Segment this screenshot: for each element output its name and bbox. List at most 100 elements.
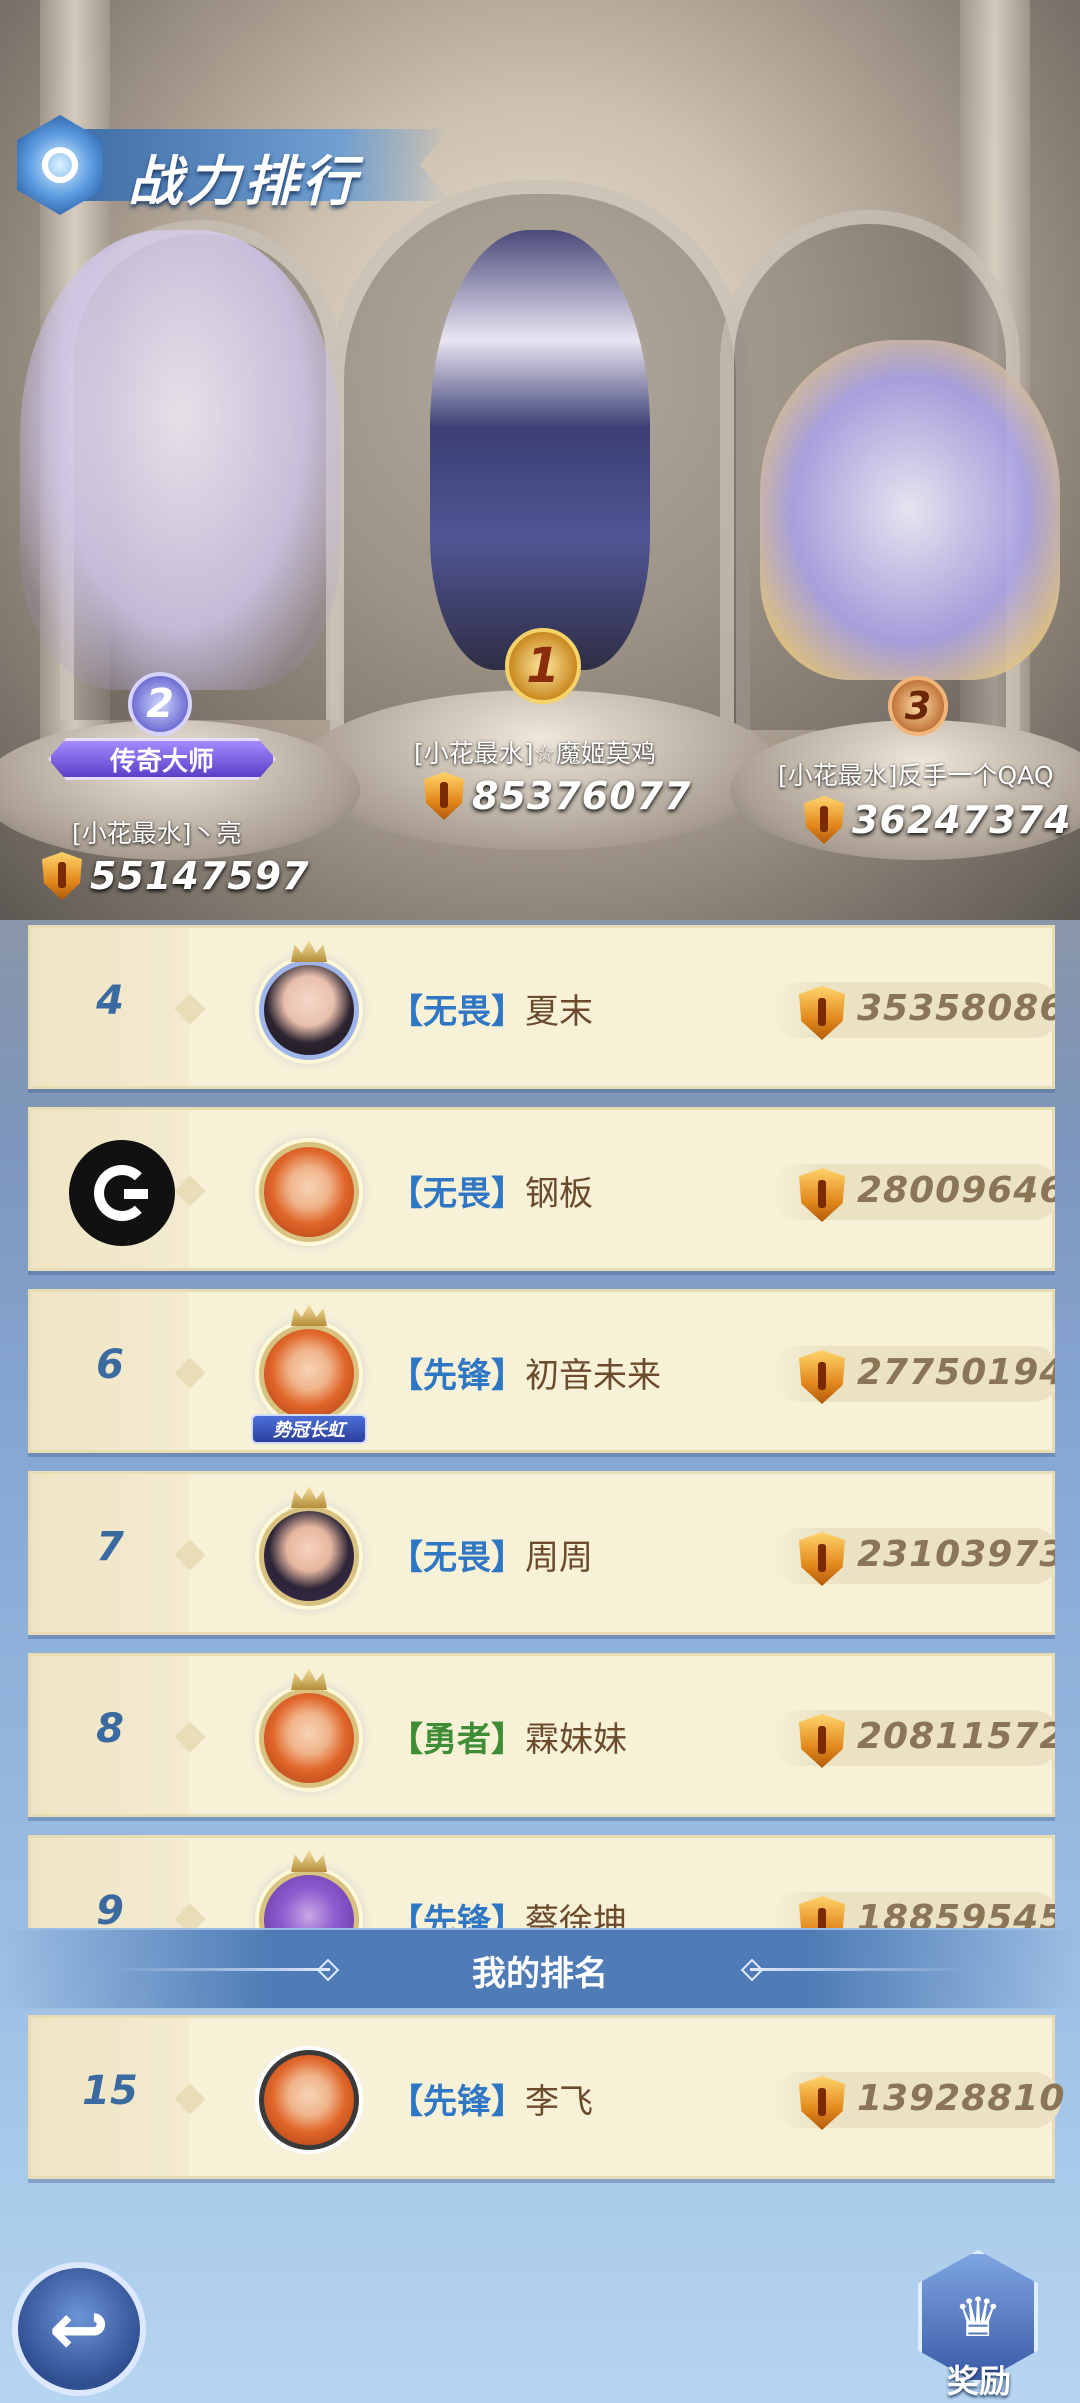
avatar [259, 1506, 359, 1606]
player-nickname: 夏末 [525, 992, 593, 1032]
power-pill: 20811572 [771, 1710, 1055, 1768]
ranking-row[interactable]: 9 【先锋】蔡徐坤 18859545 [28, 1835, 1055, 1928]
my-rank-row[interactable]: 15 【先锋】李飞 13928810 [28, 2015, 1064, 2179]
character-rank-1[interactable] [430, 230, 650, 670]
player-name: 【无畏】钢板 [389, 1166, 593, 1215]
power-shield-icon [799, 1168, 845, 1222]
power-value: 18859545 [857, 1898, 1055, 1928]
rank-number: 9 [96, 1888, 124, 1928]
power-shield-icon [799, 1714, 845, 1768]
player-name: 【无畏】夏末 [389, 984, 593, 1033]
ranking-row[interactable]: 8 【勇者】霖妹妹 20811572 [28, 1653, 1055, 1817]
ranking-list[interactable]: 4 【无畏】夏末 35358086 【无畏】钢板 28009646 6 势冠长虹 [28, 925, 1055, 1928]
rank-number: 4 [96, 978, 124, 1024]
divider-deco [750, 1968, 970, 1971]
rank-3-medal-icon: 3 [888, 676, 948, 736]
player-nickname: 霖妹妹 [525, 1720, 627, 1760]
my-avatar[interactable] [241, 2032, 377, 2168]
power-pill: 23103973 [771, 1528, 1055, 1586]
power-shield-icon [42, 852, 82, 900]
character-rank-3[interactable] [760, 340, 1060, 680]
avatar [259, 2050, 359, 2150]
player-avatar[interactable] [241, 1486, 377, 1624]
my-power-value: 13928810 [857, 2078, 1066, 2119]
power-value: 20811572 [857, 1716, 1055, 1757]
power-shield-icon [799, 2076, 845, 2130]
guild-g-icon [69, 1140, 175, 1246]
player-avatar[interactable] [241, 1850, 377, 1928]
player-avatar[interactable] [241, 1668, 377, 1806]
podium-2-power: 55147597 [42, 852, 310, 900]
player-nickname: 李飞 [525, 2082, 593, 2122]
power-value: 28009646 [857, 1170, 1055, 1211]
guild-tag: 【勇者】 [389, 1720, 525, 1760]
podium-2-power-value: 55147597 [90, 854, 310, 898]
player-avatar[interactable]: 势冠长虹 [241, 1304, 377, 1444]
guild-tag: 【无畏】 [389, 1538, 525, 1578]
player-avatar[interactable] [241, 1124, 377, 1260]
crown-icon [291, 1486, 327, 1508]
crown-icon [291, 1850, 327, 1872]
power-value: 35358086 [857, 988, 1055, 1029]
podium-1-name: [小花最水]☆魔姬莫鸡 [414, 739, 656, 768]
legend-master-badge: 传奇大师 [48, 738, 276, 780]
player-nickname: 初音未来 [525, 1356, 661, 1396]
podium-2-name: [小花最水]丶亮 [72, 819, 242, 848]
crown-icon [291, 940, 327, 962]
ranking-row[interactable]: 【无畏】钢板 28009646 [28, 1107, 1055, 1271]
player-name: 【无畏】周周 [389, 1530, 593, 1579]
crown-icon [291, 1304, 327, 1326]
podium-1-power: 85376077 [424, 772, 692, 820]
power-shield-icon [799, 986, 845, 1040]
podium-3-power-value: 36247374 [852, 798, 1072, 842]
ranking-row[interactable]: 6 势冠长虹 【先锋】初音未来 27750194 [28, 1289, 1055, 1453]
rank-number: 7 [96, 1524, 124, 1570]
power-pill: 28009646 [771, 1164, 1055, 1222]
rank-number: 8 [96, 1706, 124, 1752]
ranking-row[interactable]: 4 【无畏】夏末 35358086 [28, 925, 1055, 1089]
back-button[interactable]: ↩ [12, 2262, 146, 2396]
player-name: 【先锋】初音未来 [389, 1348, 661, 1397]
power-value: 27750194 [857, 1352, 1055, 1393]
avatar [259, 960, 359, 1060]
power-pill: 18859545 [771, 1892, 1055, 1928]
avatar [259, 1688, 359, 1788]
page-title: 战力排行 [128, 150, 360, 213]
player-avatar[interactable] [241, 940, 377, 1078]
back-arrow-icon: ↩ [48, 2287, 110, 2371]
guild-tag: 【无畏】 [389, 992, 525, 1032]
avatar [259, 1870, 359, 1928]
avatar-title-badge: 势冠长虹 [251, 1414, 367, 1444]
my-rank-number: 15 [82, 2068, 138, 2114]
avatar [259, 1324, 359, 1424]
player-nickname: 钢板 [525, 1174, 593, 1214]
power-pill: 35358086 [771, 982, 1055, 1040]
player-nickname: 周周 [525, 1538, 593, 1578]
rank-number: 6 [96, 1342, 124, 1388]
reward-label: 奖励 [946, 2362, 1011, 2400]
ranking-row[interactable]: 7 【无畏】周周 23103973 [28, 1471, 1055, 1635]
player-name: 【先锋】蔡徐坤 [389, 1894, 627, 1928]
reward-button[interactable]: ♛ 奖励 [914, 2250, 1044, 2400]
player-name: 【勇者】霖妹妹 [389, 1712, 627, 1761]
podium-center [300, 690, 780, 850]
guild-tag: 【先锋】 [389, 1356, 525, 1396]
power-value: 23103973 [857, 1534, 1055, 1575]
avatar [259, 1142, 359, 1242]
my-player-name: 【先锋】李飞 [389, 2074, 593, 2123]
character-rank-2[interactable] [20, 230, 340, 690]
power-pill: 27750194 [771, 1346, 1055, 1404]
power-shield-icon [424, 772, 464, 820]
player-nickname: 蔡徐坤 [525, 1902, 627, 1928]
podium-3-power: 36247374 [804, 796, 1072, 844]
crown-icon [291, 1668, 327, 1690]
guild-tag: 【先锋】 [389, 1902, 525, 1928]
rank-2-medal-icon: 2 [128, 672, 192, 736]
guild-tag: 【先锋】 [389, 2082, 525, 2122]
podium-1-power-value: 85376077 [472, 774, 692, 818]
guild-tag: 【无畏】 [389, 1174, 525, 1214]
my-rank-header: 我的排名 [0, 1930, 1080, 2008]
podium-3-name: [小花最水]反手一个QAQ [778, 761, 1054, 790]
power-shield-icon [799, 1896, 845, 1928]
power-shield-icon [804, 796, 844, 844]
